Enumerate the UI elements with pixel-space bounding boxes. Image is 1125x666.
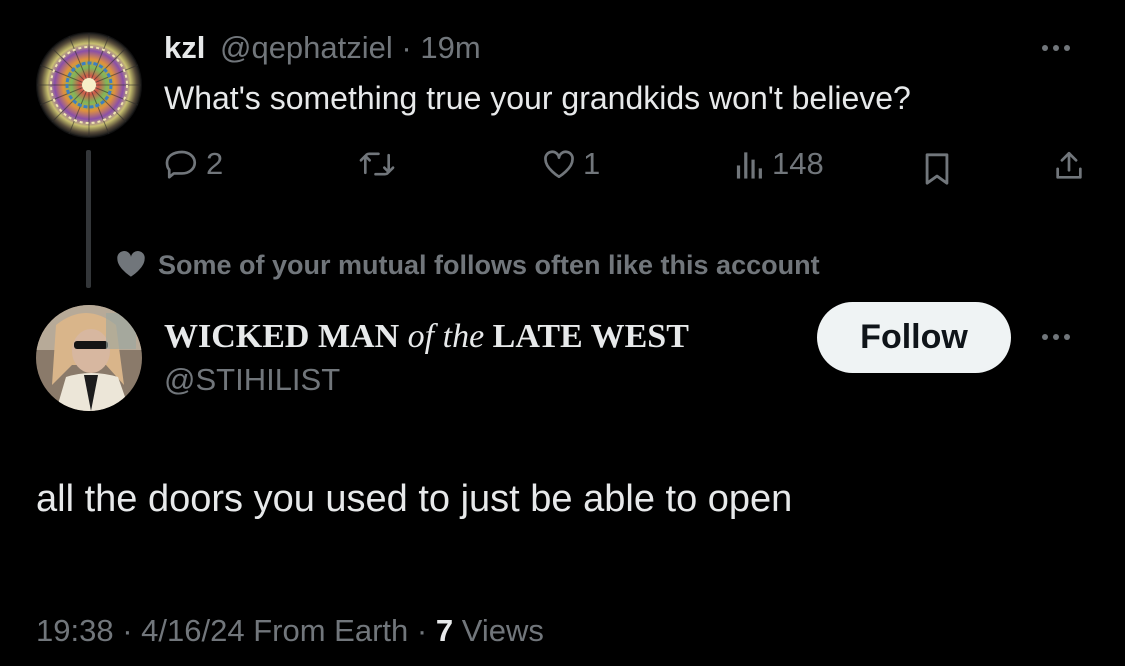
reply-avatar[interactable] (36, 305, 142, 411)
tweet-meta: 19:38 · 4/16/24 From Earth · 7 Views (36, 613, 544, 649)
reply-text: all the doors you used to just be able t… (36, 478, 793, 520)
views-button[interactable]: 148 (734, 146, 824, 182)
heart-icon (114, 248, 148, 283)
bookmark-icon[interactable] (922, 152, 952, 191)
like-count: 1 (583, 146, 601, 181)
reply-more-icon[interactable] (1042, 334, 1070, 340)
reply-count: 2 (206, 146, 224, 181)
parent-separator: · (401, 30, 412, 65)
thread-line (86, 150, 91, 288)
meta-separator-1: · (122, 613, 133, 648)
social-context-text: Some of your mutual follows often like t… (158, 250, 820, 280)
reply-handle[interactable]: @STIHILIST (164, 362, 340, 398)
like-button[interactable]: 1 (541, 146, 600, 182)
name-part-3: LATE WEST (492, 318, 689, 355)
name-part-2: of the (407, 318, 485, 355)
meta-source: From Earth (253, 613, 409, 648)
parent-handle[interactable]: @qephatziel (220, 30, 393, 65)
meta-separator-2: · (416, 613, 428, 648)
views-count: 148 (772, 146, 824, 181)
name-part-1: WICKED MAN (164, 318, 400, 355)
meta-views-count[interactable]: 7 (436, 613, 453, 648)
parent-header: kzl @qephatziel · 19m (164, 30, 481, 66)
parent-text: What's something true your grandkids won… (164, 80, 911, 116)
parent-display-name[interactable]: kzl (164, 30, 205, 65)
parent-avatar[interactable] (36, 32, 142, 138)
reply-button[interactable]: 2 (164, 146, 223, 182)
parent-time[interactable]: 19m (420, 30, 480, 65)
meta-date[interactable]: 4/16/24 (141, 613, 244, 648)
reply-icon (164, 146, 200, 182)
meta-views-label[interactable]: Views (462, 613, 544, 648)
retweet-icon (358, 146, 396, 182)
retweet-button[interactable] (358, 146, 396, 182)
like-icon (541, 146, 577, 182)
share-icon[interactable] (1052, 148, 1086, 189)
parent-more-icon[interactable] (1042, 45, 1070, 51)
meta-time[interactable]: 19:38 (36, 613, 114, 648)
follow-button[interactable]: Follow (817, 302, 1011, 373)
views-icon (734, 146, 766, 182)
social-context: Some of your mutual follows often like t… (114, 248, 820, 283)
reply-display-name[interactable]: WICKED MAN of the LATE WEST (164, 318, 689, 356)
